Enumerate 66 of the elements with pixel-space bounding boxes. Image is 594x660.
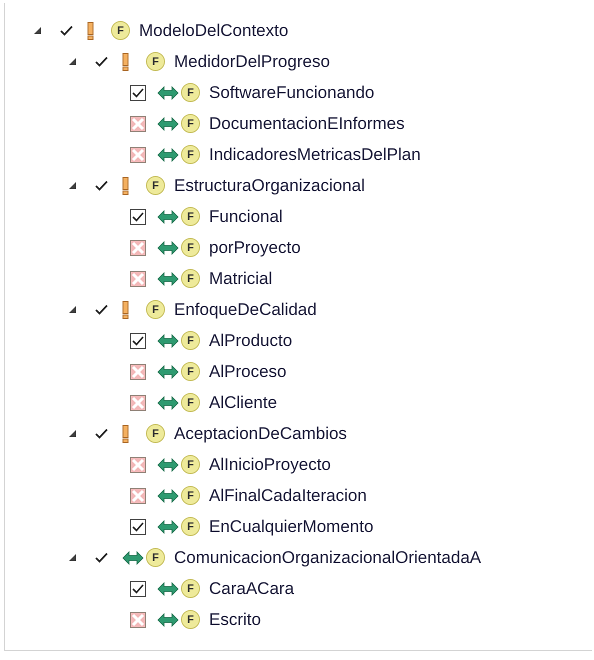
checkbox[interactable] <box>130 518 146 534</box>
excluded-checkbox[interactable] <box>130 394 146 410</box>
excluded-checkbox[interactable] <box>130 146 146 162</box>
feature-badge: F <box>181 114 200 133</box>
excluded-checkbox[interactable] <box>130 364 146 380</box>
feature-badge: F <box>181 331 200 350</box>
feature-label[interactable]: AceptacionDeCambios <box>174 424 347 444</box>
excluded-checkbox[interactable] <box>130 116 146 132</box>
expand-toggle-icon[interactable] <box>68 553 77 562</box>
excluded-checkbox[interactable] <box>130 270 146 286</box>
feature-badge: F <box>111 21 130 40</box>
feature-badge: F <box>181 486 200 505</box>
feature-badge: F <box>181 455 200 474</box>
feature-label[interactable]: AlProceso <box>209 362 286 382</box>
check-icon[interactable] <box>95 428 108 439</box>
feature-label[interactable]: MedidorDelProgreso <box>174 52 330 72</box>
feature-badge: F <box>181 517 200 536</box>
excluded-checkbox[interactable] <box>130 456 146 472</box>
feature-label[interactable]: EstructuraOrganizacional <box>174 176 365 196</box>
feature-label[interactable]: DocumentacionEInformes <box>209 114 405 134</box>
excluded-checkbox[interactable] <box>130 488 146 504</box>
checkbox[interactable] <box>130 84 146 100</box>
check-icon[interactable] <box>95 304 108 315</box>
check-icon[interactable] <box>60 25 73 36</box>
feature-badge: F <box>146 176 165 195</box>
feature-label[interactable]: Funcional <box>209 206 283 226</box>
feature-badge: F <box>181 579 200 598</box>
excluded-checkbox[interactable] <box>130 612 146 628</box>
expand-toggle-icon[interactable] <box>33 26 42 35</box>
checkbox[interactable] <box>130 208 146 224</box>
expand-toggle-icon[interactable] <box>68 429 77 438</box>
feature-label[interactable]: EnCualquierMomento <box>209 516 374 536</box>
feature-badge: F <box>146 300 165 319</box>
feature-label[interactable]: Escrito <box>209 610 261 630</box>
feature-label[interactable]: AlFinalCadaIteracion <box>209 486 367 506</box>
feature-label[interactable]: SoftwareFuncionando <box>209 82 374 102</box>
expand-toggle-icon[interactable] <box>68 181 77 190</box>
feature-label[interactable]: EnfoqueDeCalidad <box>174 300 317 320</box>
checkbox[interactable] <box>130 580 146 596</box>
feature-badge: F <box>181 238 200 257</box>
feature-label[interactable]: Matricial <box>209 268 272 288</box>
excluded-checkbox[interactable] <box>130 240 146 256</box>
feature-badge: F <box>181 610 200 629</box>
feature-badge: F <box>146 52 165 71</box>
checkbox[interactable] <box>130 332 146 348</box>
feature-badge: F <box>181 207 200 226</box>
expand-toggle-icon[interactable] <box>68 57 77 66</box>
feature-label[interactable]: AlCliente <box>209 392 278 412</box>
feature-label[interactable]: ModeloDelContexto <box>139 20 288 40</box>
feature-label[interactable]: CaraACara <box>209 578 294 598</box>
feature-badge: F <box>181 269 200 288</box>
feature-badge: F <box>146 424 165 443</box>
feature-badge: F <box>181 393 200 412</box>
check-icon[interactable] <box>95 180 108 191</box>
expand-toggle-icon[interactable] <box>68 305 77 314</box>
feature-badge: F <box>181 362 200 381</box>
feature-label[interactable]: porProyecto <box>209 238 301 258</box>
feature-label[interactable]: IndicadoresMetricasDelPlan <box>209 144 421 164</box>
feature-label[interactable]: ComunicacionOrganizacionalOrientadaA <box>174 548 482 568</box>
feature-badge: F <box>181 145 200 164</box>
feature-label[interactable]: AlInicioProyecto <box>209 454 331 474</box>
check-icon[interactable] <box>95 56 108 67</box>
check-icon[interactable] <box>95 552 108 563</box>
feature-badge: F <box>146 548 165 567</box>
feature-label[interactable]: AlProducto <box>209 330 292 350</box>
feature-badge: F <box>181 83 200 102</box>
